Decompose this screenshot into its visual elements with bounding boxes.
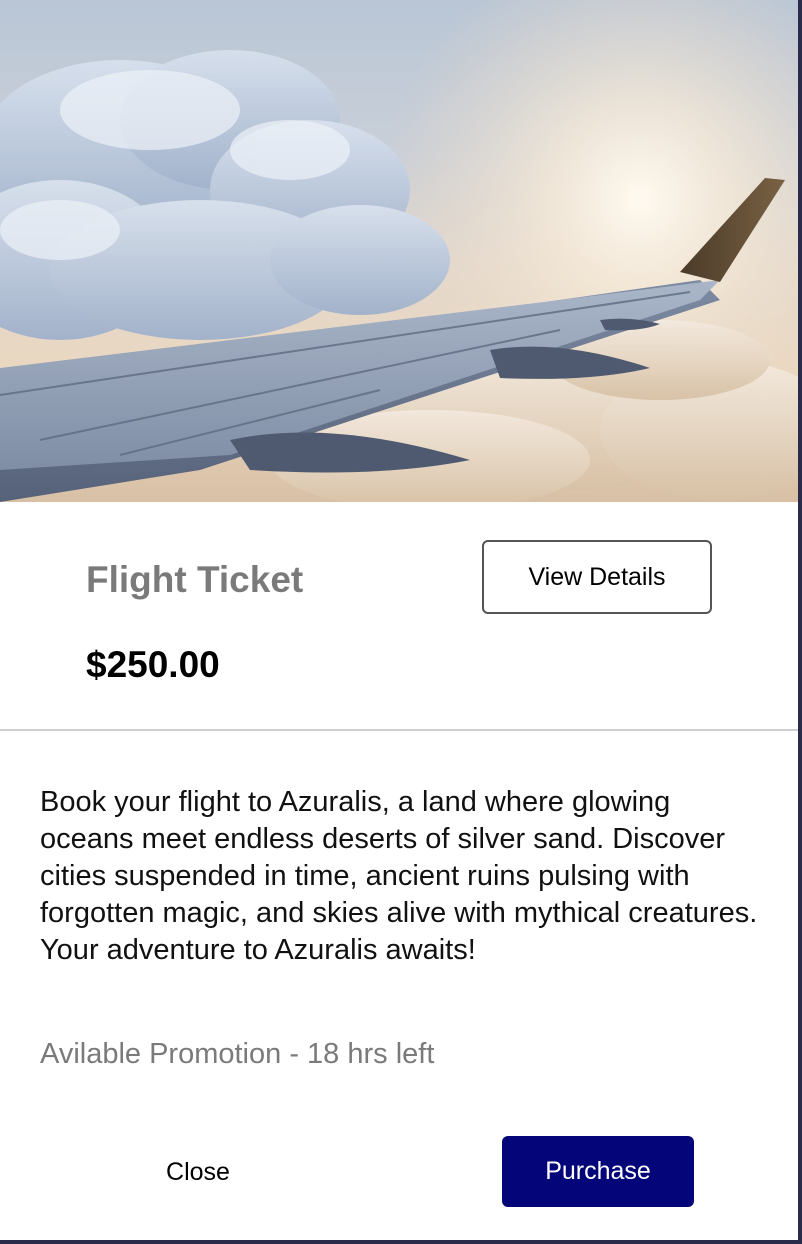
purchase-button[interactable]: Purchase bbox=[502, 1136, 694, 1207]
product-description: Book your flight to Azuralis, a land whe… bbox=[40, 786, 758, 966]
view-details-button[interactable]: View Details bbox=[482, 540, 712, 614]
product-title: Flight Ticket bbox=[86, 559, 304, 600]
product-price: $250.00 bbox=[86, 644, 220, 685]
product-modal: Flight Ticket $250.00 View Details Book … bbox=[0, 0, 800, 1242]
hero-image-illustration bbox=[0, 0, 798, 502]
promotion-text: Avilable Promotion - 18 hrs left bbox=[40, 1038, 435, 1070]
product-summary: Flight Ticket $250.00 View Details bbox=[0, 502, 798, 730]
hero-image-airplane-wing bbox=[0, 0, 798, 502]
close-button[interactable]: Close bbox=[118, 1140, 278, 1204]
divider bbox=[0, 729, 798, 731]
